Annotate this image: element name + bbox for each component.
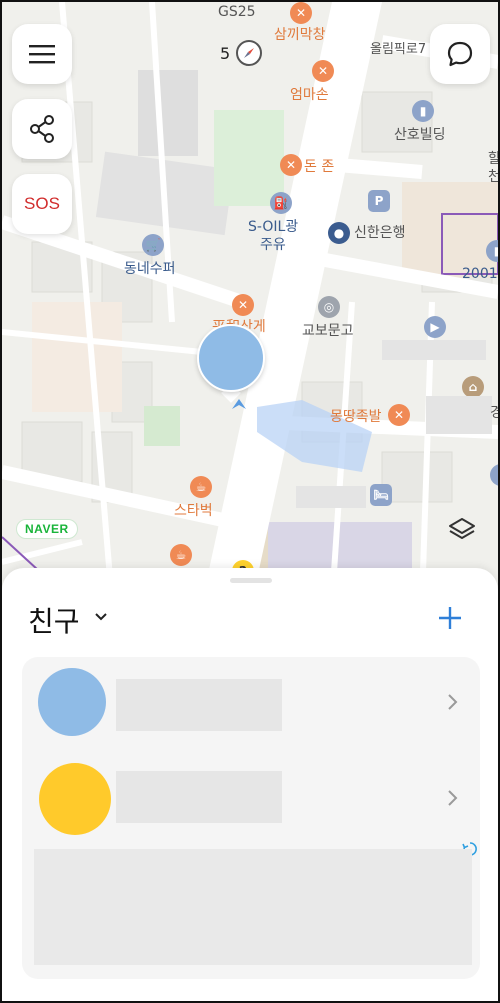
redacted-label	[382, 340, 486, 360]
friends-bottom-sheet[interactable]: 친구	[2, 568, 498, 1001]
chevron-down-icon[interactable]	[94, 612, 108, 622]
house-icon[interactable]: ⌂	[462, 376, 484, 398]
parking-icon[interactable]: P	[368, 190, 390, 212]
share-button[interactable]	[12, 99, 72, 159]
sheet-title[interactable]: 친구	[28, 600, 80, 640]
friend-row[interactable]	[22, 759, 480, 839]
restaurant-icon[interactable]: ✕	[290, 2, 312, 24]
app-frame: GS25 ✕ 삼끼막창 ✕ 엄마손 올림픽로7 ▮ 산호빌딩 할 천 ✕ 돈 존…	[0, 0, 500, 1003]
friends-list	[22, 657, 480, 979]
friend-avatar	[38, 668, 106, 736]
friend-name-redacted	[116, 679, 282, 731]
menu-button[interactable]	[12, 24, 72, 84]
store-icon[interactable]: 🛒	[142, 234, 164, 256]
friend-name-redacted	[116, 771, 282, 823]
camera-icon[interactable]: ▶	[424, 316, 446, 338]
layers-icon	[449, 518, 475, 539]
compass-zoom-level: 5	[220, 43, 231, 63]
restaurant-icon[interactable]: ✕	[280, 154, 302, 176]
friend-avatar	[39, 763, 111, 835]
restaurant-icon[interactable]: ✕	[232, 294, 254, 316]
road-name-label: 올림픽로7	[370, 42, 427, 57]
chevron-right-icon	[448, 694, 458, 710]
poi-starbucks-label: 스타벅	[174, 503, 213, 519]
poi-dongne-label: 동네수퍼	[124, 261, 176, 277]
poi-sanho-label: 산호빌딩	[394, 127, 446, 143]
poi-eomma-label: 엄마손	[290, 87, 329, 103]
bookstore-icon[interactable]: ◎	[318, 296, 340, 318]
poi-kyobo-label: 교보문고	[302, 323, 354, 339]
sos-button[interactable]: SOS	[12, 174, 72, 234]
poi-gyeong-label: 경	[490, 402, 498, 422]
gas-station-icon[interactable]: ⛽	[270, 192, 292, 214]
plus-icon	[439, 607, 461, 629]
sheet-grab-handle[interactable]	[230, 578, 272, 583]
poi-soil2-label: 주유	[260, 237, 286, 253]
chat-icon	[447, 41, 473, 67]
poi-hal-label: 할	[488, 148, 498, 168]
naver-logo: NAVER	[16, 519, 78, 539]
poi-cheon-label: 천	[488, 166, 498, 186]
compass-icon[interactable]	[236, 40, 263, 66]
poi-don-label: 돈 존	[304, 159, 335, 175]
poi-mongttang-label: 몽땅족발	[330, 409, 382, 425]
chevron-right-icon	[448, 790, 458, 806]
cafe-icon[interactable]: ☕	[170, 544, 192, 566]
share-icon	[30, 115, 54, 143]
building-icon[interactable]: ▮	[412, 100, 434, 122]
hotel-icon[interactable]: 🛏	[370, 484, 392, 506]
bank-icon[interactable]: ●	[328, 222, 350, 244]
poi-2001-label: 2001	[462, 266, 498, 282]
restaurant-icon[interactable]: ✕	[312, 60, 334, 82]
layers-button[interactable]	[442, 510, 482, 550]
cafe-icon[interactable]: ☕	[190, 476, 212, 498]
redacted-content	[34, 849, 472, 965]
my-location-pin[interactable]	[197, 324, 265, 392]
restaurant-icon[interactable]: ✕	[388, 404, 410, 426]
poi-samgyeop-label: 삼끼막창	[274, 27, 326, 43]
chat-button[interactable]	[430, 24, 490, 84]
map-view[interactable]: GS25 ✕ 삼끼막창 ✕ 엄마손 올림픽로7 ▮ 산호빌딩 할 천 ✕ 돈 존…	[2, 2, 498, 602]
friend-row[interactable]	[22, 663, 480, 743]
redacted-label	[426, 396, 492, 434]
redacted-label	[296, 486, 366, 508]
poi-gs25-label: GS25	[218, 4, 256, 20]
poi-soil-label: S-OIL광	[248, 219, 299, 235]
add-friend-button[interactable]	[434, 602, 466, 634]
menu-icon	[29, 45, 55, 64]
compass[interactable]: 5	[220, 40, 263, 66]
poi-shinhan-label: 신한은행	[354, 225, 406, 241]
heading-indicator	[232, 398, 246, 417]
